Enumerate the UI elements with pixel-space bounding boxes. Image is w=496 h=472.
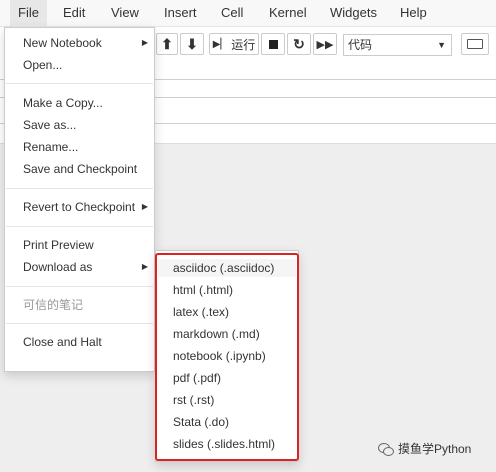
menu-item-open[interactable]: Open... [23, 55, 62, 75]
fast-forward-icon: ▶▶ [316, 38, 334, 51]
menu-divider [6, 188, 153, 189]
menu-cell[interactable]: Cell [221, 0, 243, 26]
stop-icon [268, 39, 278, 49]
menu-item-make-copy[interactable]: Make a Copy... [23, 93, 103, 113]
run-all-button[interactable]: ▶▶ [313, 33, 337, 55]
menu-divider [6, 83, 153, 84]
menu-item-rename[interactable]: Rename... [23, 137, 78, 157]
menu-edit[interactable]: Edit [63, 0, 85, 26]
menu-divider [6, 286, 153, 287]
caret-right-icon: ▶ [141, 202, 148, 211]
menu-divider [6, 323, 153, 324]
download-stata[interactable]: Stata (.do) [173, 413, 229, 431]
wechat-icon [378, 442, 394, 456]
watermark-text: 摸鱼学Python [398, 442, 472, 456]
menu-item-close-halt[interactable]: Close and Halt [23, 332, 102, 352]
menu-widgets[interactable]: Widgets [330, 0, 377, 26]
menu-help[interactable]: Help [400, 0, 427, 26]
download-asciidoc[interactable]: asciidoc (.asciidoc) [158, 259, 296, 277]
menu-view[interactable]: View [111, 0, 139, 26]
restart-button[interactable]: ↻ [287, 33, 311, 55]
step-forward-icon: ▶▏ [212, 38, 229, 50]
refresh-icon: ↻ [293, 35, 305, 52]
arrow-down-icon: ⬇ [186, 35, 198, 52]
interrupt-button[interactable] [261, 33, 285, 55]
watermark: 摸鱼学Python [378, 440, 471, 457]
download-notebook[interactable]: notebook (.ipynb) [173, 347, 266, 365]
menu-file[interactable]: File [10, 0, 47, 26]
menubar: File Edit View Insert Cell Kernel Widget… [0, 0, 496, 27]
download-rst[interactable]: rst (.rst) [173, 391, 214, 409]
cell-type-select[interactable]: 代码 ▼ [343, 34, 452, 56]
arrow-up-icon: ⬆ [161, 35, 173, 52]
download-markdown[interactable]: markdown (.md) [173, 325, 260, 343]
menu-item-save-as[interactable]: Save as... [23, 115, 76, 135]
keyboard-icon [467, 39, 483, 49]
command-palette-button[interactable] [461, 33, 489, 55]
menu-item-save-checkpoint[interactable]: Save and Checkpoint [23, 159, 137, 179]
download-pdf[interactable]: pdf (.pdf) [173, 369, 221, 387]
menu-item-trusted-notebook[interactable]: 可信的笔记 [23, 295, 83, 315]
chevron-down-icon: ▼ [437, 40, 446, 50]
file-menu-dropdown: New Notebook ▶ Open... Make a Copy... Sa… [4, 27, 155, 372]
run-label: 运行 [231, 37, 256, 52]
cell-type-value: 代码 [348, 38, 373, 52]
menu-item-print-preview[interactable]: Print Preview [23, 235, 94, 255]
download-slides[interactable]: slides (.slides.html) [173, 435, 275, 453]
move-up-button[interactable]: ⬆ [156, 33, 178, 55]
menu-divider [6, 226, 153, 227]
run-button[interactable]: ▶▏ 运行 [209, 33, 259, 55]
download-as-submenu: asciidoc (.asciidoc) html (.html) latex … [155, 250, 299, 462]
menu-insert[interactable]: Insert [164, 0, 197, 26]
move-down-button[interactable]: ⬇ [180, 33, 204, 55]
download-latex[interactable]: latex (.tex) [173, 303, 229, 321]
caret-right-icon: ▶ [141, 262, 148, 271]
menu-item-new-notebook[interactable]: New Notebook [23, 33, 102, 53]
menu-kernel[interactable]: Kernel [269, 0, 307, 26]
menu-item-download-as[interactable]: Download as [23, 257, 92, 277]
download-html[interactable]: html (.html) [173, 281, 233, 299]
menu-item-revert-checkpoint[interactable]: Revert to Checkpoint [23, 197, 135, 217]
caret-right-icon: ▶ [141, 38, 148, 47]
